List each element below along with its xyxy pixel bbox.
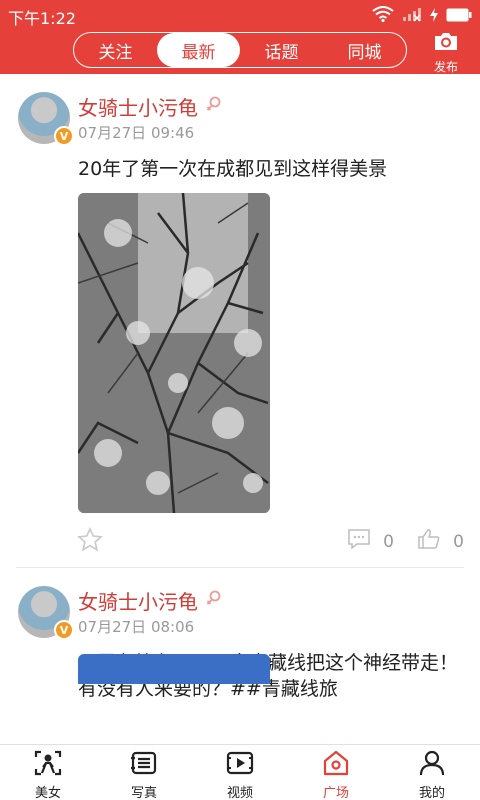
nav-label: 我的 — [418, 786, 445, 800]
publish-label: 发布 — [433, 60, 458, 74]
charging-icon — [430, 7, 438, 26]
nav-photo-album[interactable]: 写真 — [96, 745, 192, 800]
status-icons — [372, 6, 472, 26]
username-text: 女骑士小污龟 — [78, 590, 198, 614]
nav-label: 美女 — [34, 786, 61, 800]
video-icon — [225, 749, 255, 781]
verified-badge: V — [54, 126, 74, 146]
status-bar: 下午1:22 — [0, 0, 480, 30]
tab-nearby[interactable]: 同城 — [323, 33, 406, 67]
nav-plaza[interactable]: 广场 — [288, 745, 384, 800]
nav-label: 广场 — [322, 786, 349, 800]
comment-button[interactable]: 0 — [347, 528, 394, 555]
publish-button[interactable]: 发布 — [428, 30, 464, 74]
signal-icon — [402, 6, 422, 26]
nav-label: 写真 — [130, 786, 157, 800]
post-actions: 0 0 — [76, 524, 464, 558]
post-date: 07月27日 09:46 — [78, 124, 195, 142]
comment-count: 0 — [383, 531, 394, 552]
top-header: 关注 最新 话题 同城 发布 — [0, 30, 480, 74]
battery-icon — [446, 7, 472, 26]
verified-badge: V — [54, 620, 74, 640]
photo-album-icon — [129, 749, 159, 781]
profile-icon — [417, 749, 447, 781]
bottom-nav: 美女 写真 视频 广场 我的 — [0, 744, 480, 800]
wifi-icon — [372, 6, 394, 26]
like-count: 0 — [453, 531, 464, 552]
beauty-icon — [33, 749, 63, 781]
female-gender-icon — [206, 589, 222, 613]
tab-latest[interactable]: 最新 — [157, 33, 240, 67]
camera-icon — [433, 30, 459, 56]
nav-beauty[interactable]: 美女 — [0, 745, 96, 800]
status-time: 下午1:22 — [8, 9, 76, 28]
avatar[interactable]: V — [18, 92, 74, 146]
username-text: 女骑士小污龟 — [78, 96, 198, 120]
post-feed[interactable]: V 女骑士小污龟 07月27日 09:46 20年了第一次在成都见到这样得美景 — [0, 74, 480, 744]
post-photo[interactable] — [78, 193, 270, 513]
post-card[interactable]: V 女骑士小污龟 07月27日 09:46 20年了第一次在成都见到这样得美景 — [0, 74, 480, 568]
tab-topics[interactable]: 话题 — [240, 33, 323, 67]
nav-video[interactable]: 视频 — [192, 745, 288, 800]
post-text: 20年了第一次在成都见到这样得美景 — [78, 158, 388, 180]
post-username[interactable]: 女骑士小污龟 — [78, 92, 222, 121]
plaza-icon — [321, 749, 351, 781]
post-date: 07月27日 08:06 — [78, 618, 195, 636]
post-photo[interactable] — [78, 654, 270, 684]
nav-label: 视频 — [226, 786, 253, 800]
female-gender-icon — [206, 95, 222, 119]
like-button[interactable]: 0 — [417, 528, 464, 555]
comment-icon — [347, 528, 371, 555]
thumbs-up-icon — [417, 528, 441, 555]
post-username[interactable]: 女骑士小污龟 — [78, 586, 222, 615]
avatar[interactable]: V — [18, 586, 74, 640]
tab-following[interactable]: 关注 — [74, 33, 157, 67]
star-icon[interactable] — [76, 526, 104, 558]
nav-profile[interactable]: 我的 — [384, 745, 480, 800]
feed-tab-switcher: 关注 最新 话题 同城 — [73, 32, 407, 68]
